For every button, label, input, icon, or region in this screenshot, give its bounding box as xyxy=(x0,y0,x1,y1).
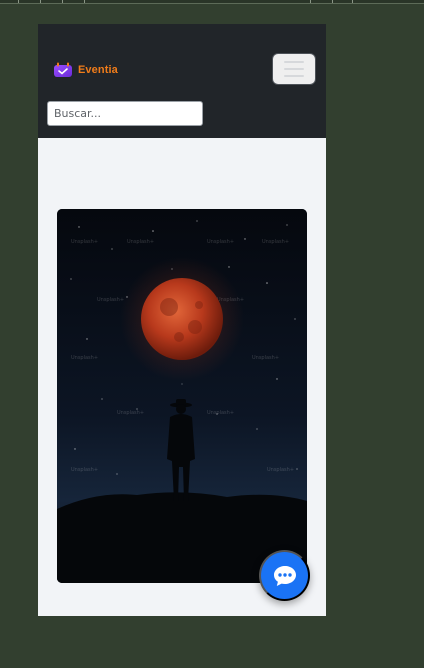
svg-text:Unsplash+: Unsplash+ xyxy=(71,239,98,245)
svg-text:Unsplash+: Unsplash+ xyxy=(267,467,294,473)
calendar-ticket-icon xyxy=(54,62,72,77)
svg-text:Unsplash+: Unsplash+ xyxy=(262,239,289,245)
featured-event-image[interactable]: Unsplash+ Unsplash+ Unsplash+ Unsplash+ Uns… xyxy=(57,209,307,583)
mobile-viewport: Eventia Buscar... Unsplash+ Unsplash+ Un… xyxy=(38,24,326,616)
moon-night-photo: Unsplash+ Unsplash+ Unsplash+ Unsplash+ Uns… xyxy=(57,209,307,583)
svg-text:Unsplash+: Unsplash+ xyxy=(207,410,234,416)
svg-text:Unsplash+: Unsplash+ xyxy=(117,410,144,416)
svg-text:Unsplash+: Unsplash+ xyxy=(252,355,279,361)
browser-top-strip xyxy=(0,0,424,4)
svg-text:Unsplash+: Unsplash+ xyxy=(71,467,98,473)
svg-text:Unsplash+: Unsplash+ xyxy=(207,239,234,245)
svg-text:Unsplash+: Unsplash+ xyxy=(97,297,124,303)
svg-text:Unsplash+: Unsplash+ xyxy=(71,355,98,361)
navbar: Eventia xyxy=(38,24,326,138)
chat-bubble-icon xyxy=(273,565,296,586)
navbar-toggle-button[interactable] xyxy=(272,53,316,85)
hamburger-menu-icon xyxy=(284,61,304,63)
brand-logo-link[interactable]: Eventia xyxy=(53,60,118,80)
search-input[interactable] xyxy=(47,101,203,126)
chat-button[interactable] xyxy=(259,550,310,601)
svg-text:Unsplash+: Unsplash+ xyxy=(127,239,154,245)
brand-name: Eventia xyxy=(78,64,118,76)
